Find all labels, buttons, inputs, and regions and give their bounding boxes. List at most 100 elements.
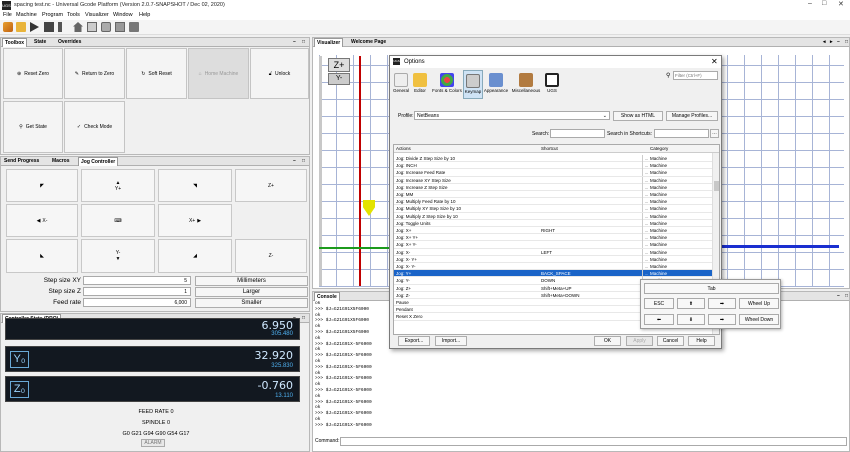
category-keymap[interactable]: Keymap <box>463 70 483 99</box>
shortcut-ellipsis-button[interactable]: … <box>642 176 650 184</box>
home-machine-button[interactable]: ⌂ Home Machine <box>188 48 249 99</box>
down-key[interactable]: ⬇ <box>677 314 705 325</box>
connect-icon[interactable] <box>3 22 13 32</box>
jog-xplus-yminus-button[interactable]: ◢ <box>158 239 232 273</box>
millimeters-button[interactable]: Millimeters <box>195 276 308 286</box>
shortcut-ellipsis-button[interactable]: … <box>642 234 650 242</box>
shortcut-ellipsis-button[interactable]: … <box>642 270 650 278</box>
visualizer-scroll-left-icon[interactable]: ◂ <box>821 38 828 47</box>
check-mode-button[interactable]: ✓ Check Mode <box>64 101 125 153</box>
shortcut-cell[interactable]: RIGHT <box>541 227 555 234</box>
jog-yminus-button[interactable]: Y- ▼ <box>81 239 155 273</box>
category-general[interactable]: General <box>392 73 410 93</box>
up-key[interactable]: ⬆ <box>677 298 705 309</box>
return-to-zero-button[interactable]: ✎ Return to Zero <box>64 48 125 99</box>
table-row[interactable]: Jog: Toggle Units … Machine <box>394 219 712 227</box>
dro-z-axis-button[interactable]: Z₀ <box>10 381 29 398</box>
jog-xplus-button[interactable]: X+ ▶ <box>158 204 232 237</box>
smaller-button[interactable]: Smaller <box>195 298 308 308</box>
tab-macros[interactable]: Macros <box>50 157 72 166</box>
visualizer-scroll-right-icon[interactable]: ▸ <box>828 38 835 47</box>
right-key[interactable]: ➡ <box>708 314 736 325</box>
pause-icon[interactable] <box>58 22 62 32</box>
import-button[interactable]: Import... <box>435 336 467 346</box>
play-icon[interactable] <box>30 22 39 32</box>
shield-icon[interactable] <box>115 22 125 32</box>
jog-yplus-button[interactable]: ▲ Y+ <box>81 169 155 202</box>
shortcut-ellipsis-button[interactable]: … <box>642 169 650 177</box>
menu-program[interactable]: Program <box>42 12 63 18</box>
table-scrollbar-thumb[interactable] <box>714 181 719 191</box>
shortcut-ellipsis-button[interactable]: … <box>642 183 650 191</box>
menu-visualizer[interactable]: Visualizer <box>85 12 109 18</box>
dialog-close-icon[interactable]: ✕ <box>711 57 718 66</box>
ok-button[interactable]: OK <box>594 336 621 346</box>
settings-icon[interactable] <box>87 22 97 32</box>
table-row[interactable]: Jog: Y+ BACK_SPACE … Machine <box>394 270 712 278</box>
home-icon[interactable] <box>73 22 83 32</box>
table-row[interactable]: Jog: X+ RIGHT … Machine <box>394 227 712 235</box>
table-row[interactable]: Jog: X- LEFT … Machine <box>394 248 712 256</box>
wheel-up-key[interactable]: Wheel Up <box>739 298 779 309</box>
table-row[interactable]: Jog: Divide Z Step Size by 10 … Machine <box>394 155 712 163</box>
jog-center-button[interactable]: ⌨ <box>81 204 155 237</box>
jog-panel-minimize-icon[interactable]: – <box>291 157 298 166</box>
menu-machine[interactable]: Machine <box>16 12 37 18</box>
filter-input[interactable] <box>675 72 717 79</box>
left-key[interactable]: ⬅ <box>644 314 674 325</box>
manage-profiles-button[interactable]: Manage Profiles... <box>666 111 718 121</box>
shortcut-cell[interactable]: LEFT <box>541 249 552 256</box>
category-editor[interactable]: Editor <box>412 73 428 93</box>
console-minimize-icon[interactable]: – <box>835 292 842 301</box>
help-button[interactable]: Help <box>688 336 715 346</box>
shortcut-ellipsis-button[interactable]: … <box>642 219 650 227</box>
open-folder-icon[interactable] <box>16 22 26 32</box>
tab-toolbox[interactable]: Toolbox <box>2 38 28 47</box>
command-input[interactable] <box>340 437 847 446</box>
search-shortcuts-ellipsis-button[interactable]: … <box>710 129 719 138</box>
tab-visualizer[interactable]: Visualizer <box>314 38 344 47</box>
shortcut-cell[interactable]: BACK_SPACE <box>541 270 571 277</box>
shortcut-ellipsis-button[interactable]: … <box>642 191 650 198</box>
stop-icon[interactable] <box>44 22 54 32</box>
table-row[interactable]: Jog: Multiply Feed Rate by 10 … Machine <box>394 198 712 206</box>
unlock-button[interactable]: 🔓︎ Unlock <box>250 48 309 99</box>
shortcut-ellipsis-button[interactable]: … <box>642 248 650 256</box>
table-row[interactable]: Jog: X- Y+ … Machine <box>394 255 712 263</box>
menu-window[interactable]: Window <box>113 12 133 18</box>
jog-xplus-yplus-button[interactable]: ◥ <box>158 169 232 202</box>
show-as-html-button[interactable]: Show as HTML <box>613 111 663 121</box>
table-row[interactable]: Jog: Multiply XY Step Size by 10 … Machine <box>394 205 712 213</box>
shortcut-cell[interactable]: DOWN <box>541 277 555 284</box>
tab-state[interactable]: State <box>32 38 48 47</box>
step-z-input[interactable]: 1 <box>83 287 191 296</box>
shortcut-ellipsis-button[interactable]: … <box>642 255 650 263</box>
table-row[interactable]: Jog: Increase XY Step Size … Machine <box>394 176 712 184</box>
table-row[interactable]: Jog: Increase Z Step Size … Machine <box>394 183 712 191</box>
lock-icon[interactable] <box>101 22 111 32</box>
view-cube-y[interactable]: Y- <box>328 73 350 85</box>
reset-zero-button[interactable]: ⊕ Reset Zero <box>3 48 63 99</box>
table-row[interactable]: Jog: X- Y- … Machine <box>394 263 712 271</box>
tab-overrides[interactable]: Overrides <box>56 38 83 47</box>
menu-file[interactable]: File <box>3 12 12 18</box>
table-row[interactable]: Jog: Multiply Z Step Size by 10 … Machine <box>394 212 712 220</box>
shortcut-ellipsis-button[interactable]: … <box>642 198 650 206</box>
step-xy-input[interactable]: 5 <box>83 276 191 285</box>
export-button[interactable]: Export... <box>398 336 430 346</box>
shortcut-ellipsis-button[interactable]: … <box>642 241 650 249</box>
shortcut-cell[interactable]: Shift+Meta+DOWN <box>541 292 580 299</box>
wheel-down-key[interactable]: Wheel Down <box>739 314 779 325</box>
panel-minimize-icon[interactable]: – <box>291 38 298 47</box>
tab-key[interactable]: Tab <box>644 283 779 294</box>
minimize-icon[interactable]: – <box>808 0 812 7</box>
cancel-button[interactable]: Cancel <box>657 336 684 346</box>
shortcut-ellipsis-button[interactable]: … <box>642 227 650 234</box>
col-category[interactable]: Category <box>650 145 668 152</box>
maximize-icon[interactable]: □ <box>822 0 826 7</box>
search-shortcuts-input[interactable] <box>654 129 709 138</box>
col-shortcut[interactable]: Shortcut <box>541 145 558 152</box>
console-maximize-icon[interactable]: □ <box>843 292 850 301</box>
table-row[interactable]: Jog: Increase Feed Rate … Machine <box>394 169 712 177</box>
get-state-button[interactable]: ⚲ Get State <box>3 101 63 153</box>
